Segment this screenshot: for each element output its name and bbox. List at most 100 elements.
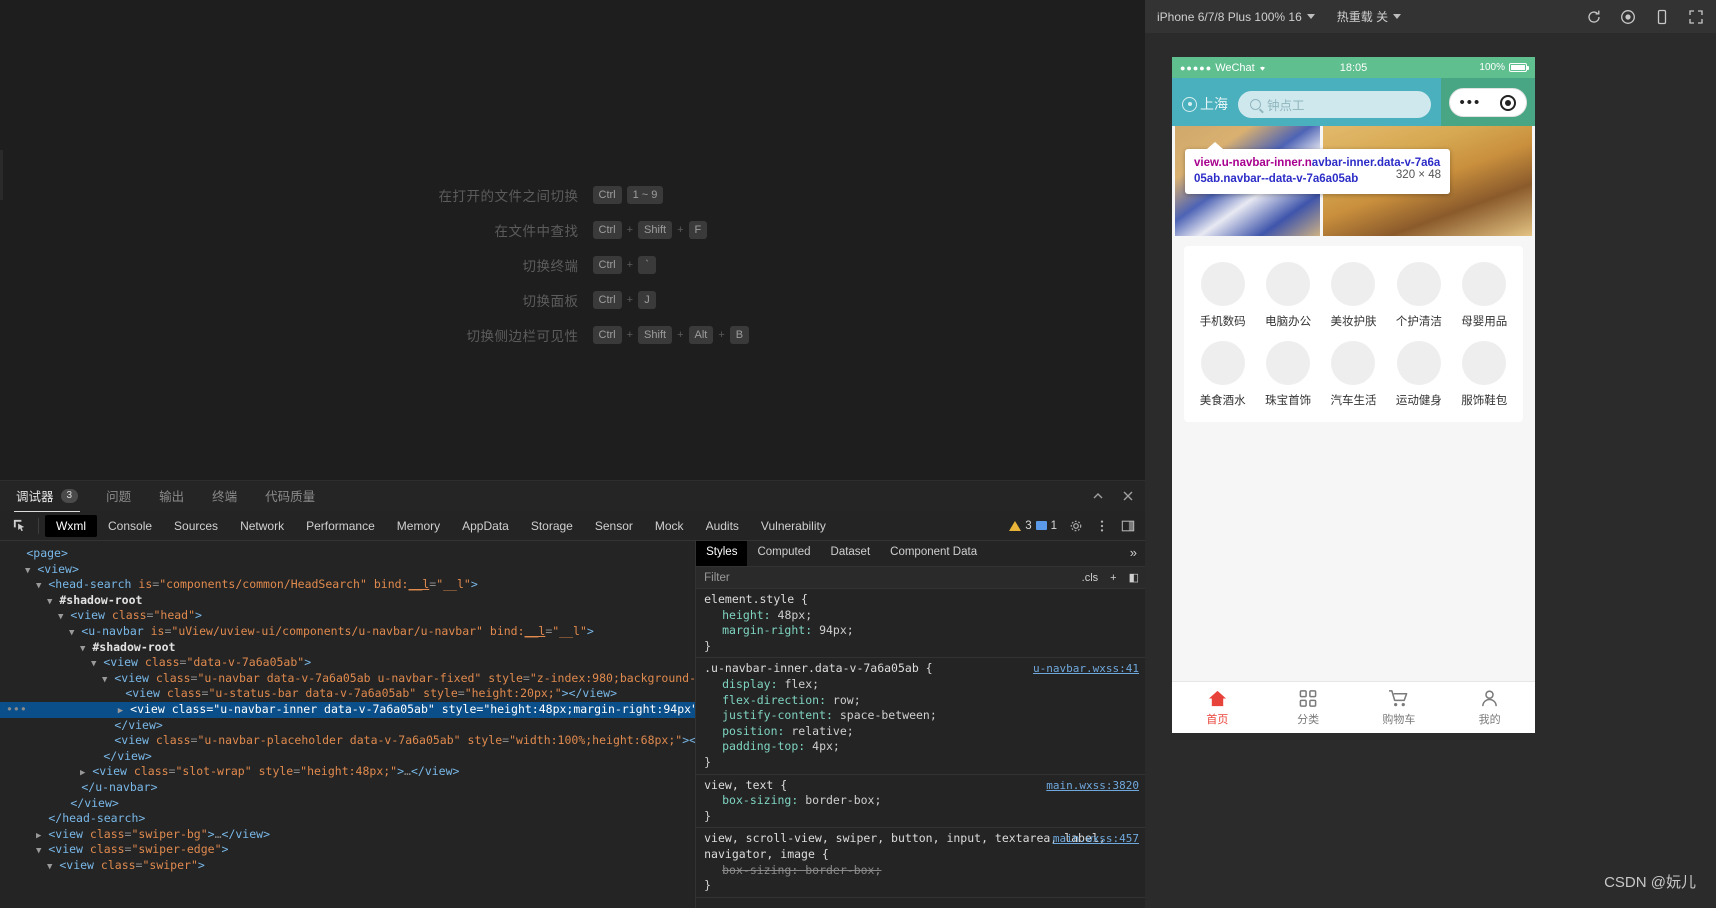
- rule-source-link[interactable]: u-navbar.wxss:41: [1033, 661, 1139, 677]
- debugger-tab-问题[interactable]: 问题: [104, 480, 133, 512]
- category-item[interactable]: 手机数码: [1192, 262, 1254, 329]
- style-declaration[interactable]: box-sizing: border-box;: [704, 793, 1145, 809]
- tabbar-item-首页[interactable]: 首页: [1172, 682, 1263, 733]
- dom-line[interactable]: ▼ <view class="swiper-edge">: [0, 842, 695, 858]
- devtools-body: <page> ▼ <view> ▼ <head-search is="compone…: [0, 541, 1145, 908]
- devtools-tab-wxml[interactable]: Wxml: [45, 514, 97, 537]
- styles-tab-component-data[interactable]: Component Data: [880, 541, 987, 566]
- tabbar-item-我的[interactable]: 我的: [1444, 682, 1535, 733]
- dom-line[interactable]: <view class="u-navbar-placeholder data-v…: [0, 733, 695, 749]
- style-rule[interactable]: view, text {box-sizing: border-box;} main…: [696, 775, 1145, 829]
- dom-line[interactable]: ▼ #shadow-root: [0, 640, 695, 656]
- dom-line[interactable]: ▶ <view class="slot-wrap" style="height:…: [0, 764, 695, 780]
- category-item[interactable]: 运动健身: [1388, 341, 1450, 408]
- devtools-tab-network[interactable]: Network: [229, 515, 295, 537]
- devtools-tab-memory[interactable]: Memory: [386, 515, 451, 537]
- dom-line[interactable]: ▼ <view class="data-v-7a6a05ab">: [0, 655, 695, 671]
- add-style-rule-button[interactable]: +: [1104, 572, 1122, 584]
- refresh-icon[interactable]: [1586, 9, 1602, 25]
- category-item[interactable]: 服饰鞋包: [1453, 341, 1515, 408]
- dom-line[interactable]: <view class="u-status-bar data-v-7a6a05a…: [0, 686, 695, 702]
- debugger-tab-终端[interactable]: 终端: [210, 480, 239, 512]
- tabbar-item-购物车[interactable]: 购物车: [1354, 682, 1445, 733]
- devtools-tab-vulnerability[interactable]: Vulnerability: [750, 515, 837, 537]
- devtools-tab-sources[interactable]: Sources: [163, 515, 229, 537]
- cls-button[interactable]: .cls: [1076, 572, 1105, 584]
- inspect-element-icon[interactable]: [6, 515, 32, 537]
- style-declaration[interactable]: justify-content: space-between;: [704, 708, 1145, 724]
- dom-line[interactable]: ▼ <view class="swiper">: [0, 858, 695, 874]
- dom-line[interactable]: </view>: [0, 749, 695, 765]
- dom-line[interactable]: ▼ <view class="head">: [0, 608, 695, 624]
- dom-line[interactable]: </view>: [0, 796, 695, 812]
- category-item[interactable]: 汽车生活: [1322, 341, 1384, 408]
- debugger-tab-调试器[interactable]: 调试器 3: [14, 480, 81, 512]
- devtools-tab-appdata[interactable]: AppData: [451, 515, 520, 537]
- target-icon[interactable]: [1500, 94, 1517, 111]
- gear-icon[interactable]: [1069, 519, 1083, 533]
- category-item[interactable]: 个护清洁: [1388, 262, 1450, 329]
- chevron-up-icon[interactable]: [1091, 489, 1105, 503]
- rule-source-link[interactable]: main.wxss:457: [1053, 831, 1139, 847]
- styles-tab-computed[interactable]: Computed: [747, 541, 820, 566]
- navbar-inner[interactable]: 上海 钟点工: [1172, 78, 1441, 126]
- dom-line[interactable]: </u-navbar>: [0, 780, 695, 796]
- debugger-tab-代码质量[interactable]: 代码质量: [263, 480, 317, 512]
- style-rule[interactable]: element.style {height: 48px; margin-right…: [696, 589, 1145, 659]
- dom-line[interactable]: <page>: [0, 546, 695, 562]
- style-declaration[interactable]: position: relative;: [704, 724, 1145, 740]
- style-rule[interactable]: .u-navbar-inner.data-v-7a6a05ab {display…: [696, 658, 1145, 775]
- dom-line[interactable]: ▼ <head-search is="components/common/Hea…: [0, 577, 695, 593]
- dom-line[interactable]: ▼ <view class="u-navbar data-v-7a6a05ab …: [0, 671, 695, 687]
- tabbar-item-分类[interactable]: 分类: [1263, 682, 1354, 733]
- device-selector[interactable]: iPhone 6/7/8 Plus 100% 16: [1157, 10, 1315, 24]
- location-button[interactable]: 上海: [1172, 94, 1228, 114]
- phone-simulator[interactable]: ●●●●● WeChat 18:05 100% 上海 钟点工 ••• view.…: [1172, 57, 1535, 733]
- close-icon[interactable]: [1121, 489, 1135, 503]
- dom-line[interactable]: </head-search>: [0, 811, 695, 827]
- more-vertical-icon[interactable]: [1095, 519, 1109, 533]
- style-declaration[interactable]: margin-right: 94px;: [704, 623, 1145, 639]
- device-rotate-icon[interactable]: [1654, 9, 1670, 25]
- layout-toggle-button[interactable]: ◧: [1123, 571, 1145, 584]
- styles-tab-styles[interactable]: Styles: [696, 541, 748, 566]
- styles-tab-dataset[interactable]: Dataset: [821, 541, 881, 566]
- category-item[interactable]: 母婴用品: [1453, 262, 1515, 329]
- wxml-dom-tree[interactable]: <page> ▼ <view> ▼ <head-search is="compone…: [0, 541, 696, 908]
- more-horizontal-icon[interactable]: •••: [1460, 95, 1482, 110]
- chevron-double-right-icon[interactable]: »: [1122, 541, 1145, 566]
- search-input[interactable]: 钟点工: [1238, 90, 1431, 118]
- category-item[interactable]: 珠宝首饰: [1257, 341, 1319, 408]
- devtools-tab-console[interactable]: Console: [97, 515, 163, 537]
- devtools-tab-sensor[interactable]: Sensor: [584, 515, 644, 537]
- debugger-tab-输出[interactable]: 输出: [157, 480, 186, 512]
- devtools-tab-storage[interactable]: Storage: [520, 515, 584, 537]
- devtools-tab-performance[interactable]: Performance: [295, 515, 386, 537]
- dock-panel-icon[interactable]: [1121, 519, 1135, 533]
- wechat-capsule[interactable]: •••: [1449, 88, 1527, 117]
- dom-line[interactable]: </view>: [0, 718, 695, 734]
- category-item[interactable]: 美妆护肤: [1322, 262, 1384, 329]
- issue-counters[interactable]: 3 1: [1009, 520, 1057, 532]
- dom-line[interactable]: ▼ #shadow-root: [0, 593, 695, 609]
- devtools-tabs: Wxml Console Sources Network Performance Memo…: [45, 514, 837, 537]
- devtools-tab-audits[interactable]: Audits: [695, 515, 750, 537]
- style-declaration[interactable]: box-sizing: border-box;: [704, 863, 1145, 879]
- style-declaration[interactable]: display: flex;: [704, 677, 1145, 693]
- hot-reload-selector[interactable]: 热重载 关: [1337, 8, 1402, 25]
- category-item[interactable]: 美食酒水: [1192, 341, 1254, 408]
- dom-line[interactable]: ▼ <u-navbar is="uView/uview-ui/component…: [0, 624, 695, 640]
- style-rule[interactable]: view, scroll-view, swiper, button, input…: [696, 828, 1145, 898]
- dom-line[interactable]: ▶ <view class="swiper-bg">…</view>: [0, 827, 695, 843]
- style-declaration[interactable]: padding-top: 4px;: [704, 739, 1145, 755]
- style-declaration[interactable]: height: 48px;: [704, 608, 1145, 624]
- category-item[interactable]: 电脑办公: [1257, 262, 1319, 329]
- dom-line-selected[interactable]: ••• ▶ <view class="u-navbar-inner data-v-…: [0, 701, 696, 718]
- styles-filter-input[interactable]: Filter: [696, 572, 1076, 584]
- dom-line[interactable]: ▼ <view>: [0, 562, 695, 578]
- style-declaration[interactable]: flex-direction: row;: [704, 693, 1145, 709]
- fullscreen-icon[interactable]: [1688, 9, 1704, 25]
- record-icon[interactable]: [1620, 9, 1636, 25]
- rule-source-link[interactable]: main.wxss:3820: [1046, 778, 1139, 794]
- devtools-tab-mock[interactable]: Mock: [644, 515, 695, 537]
